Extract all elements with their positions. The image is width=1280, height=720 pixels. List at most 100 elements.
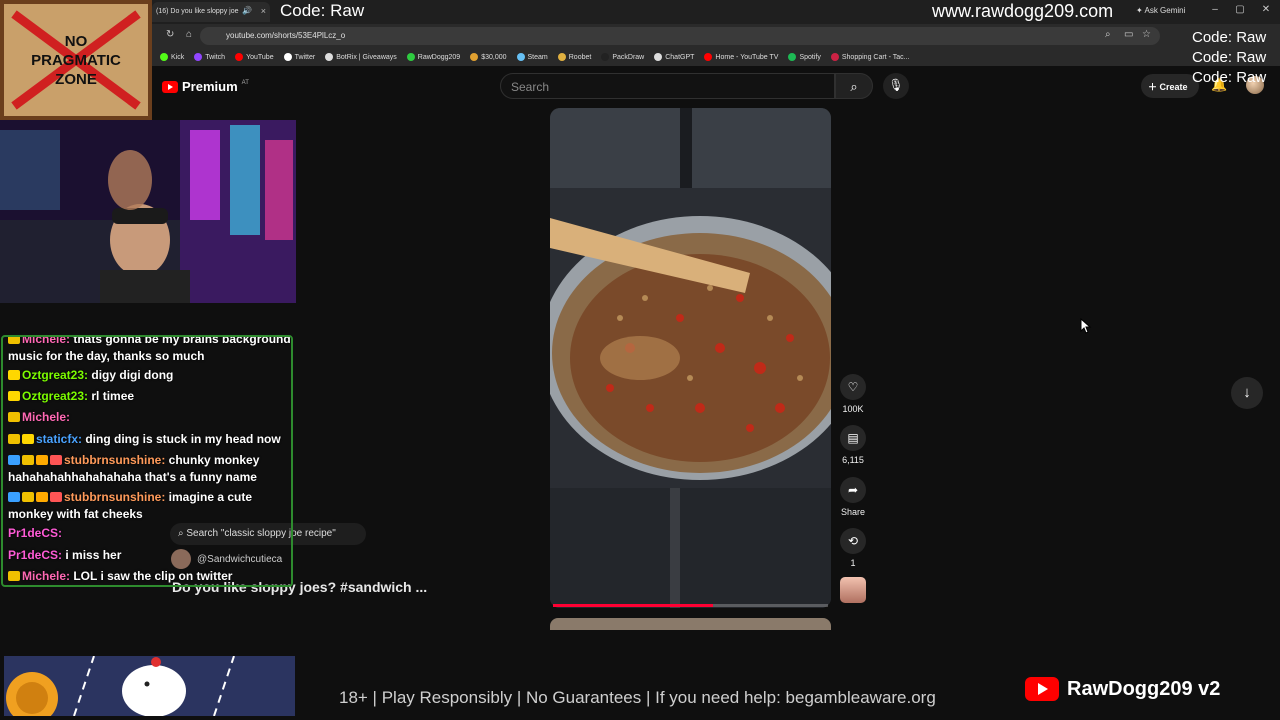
channel-thumbnail[interactable]	[840, 577, 866, 603]
cast-icon[interactable]: ▭	[1124, 29, 1133, 40]
chat-badge-icon	[8, 571, 20, 581]
bookmark-label: Roobet	[568, 53, 592, 61]
chat-message: Oztgreat23: rl timee	[8, 388, 291, 405]
bookmark-item[interactable]: Home - YouTube TV	[704, 51, 778, 63]
chat-username: stubbrnsunshine:	[64, 453, 166, 467]
chat-badge-icon	[36, 455, 48, 465]
bookmark-favicon-icon	[283, 53, 292, 61]
create-button[interactable]: ＋ Create	[1141, 74, 1199, 98]
address-url: youtube.com/shorts/53E4PlLcz_o	[226, 31, 346, 40]
chat-badge-icon	[50, 455, 62, 465]
chat-username: Pr1deCS:	[8, 548, 63, 562]
microphone-icon: 🎙	[888, 78, 904, 92]
chat-badge-icon	[8, 391, 20, 401]
youtube-play-icon	[162, 80, 178, 93]
tab-title: (16) Do you like sloppy joe	[156, 8, 239, 15]
browser-tab[interactable]: (16) Do you like sloppy joe 🔊 ×	[152, 2, 270, 22]
chat-text: rl timee	[88, 389, 135, 403]
chat-message: Michele:	[8, 409, 291, 426]
bookmark-item[interactable]: Steam	[516, 51, 548, 63]
chat-badge-icon	[22, 434, 34, 444]
search-placeholder: Search	[511, 80, 550, 94]
bookmark-item[interactable]: BotRix | Giveaways	[325, 51, 397, 63]
remix-icon[interactable]: ⟲	[840, 528, 866, 554]
bookmark-item[interactable]: Twitch	[194, 51, 225, 63]
maximize-icon[interactable]: ▢	[1229, 4, 1251, 15]
youtube-premium-logo[interactable]: Premium AT	[162, 79, 249, 94]
bookmark-label: ChatGPT	[665, 53, 695, 61]
stream-chat-box: Michele: thats gonna be my brains backgr…	[1, 335, 293, 587]
next-short-preview[interactable]	[550, 618, 831, 630]
chat-message: stubbrnsunshine: imagine a cute monkey w…	[8, 489, 291, 523]
remix-action[interactable]: ⟲ 1	[840, 528, 866, 568]
bookmark-star-icon[interactable]: ☆	[1142, 29, 1151, 40]
remix-count: 1	[850, 558, 856, 568]
chicken-banner-image	[4, 656, 295, 716]
share-action[interactable]: ➦ Share	[840, 477, 866, 517]
bookmark-favicon-icon	[406, 53, 415, 61]
bookmark-favicon-icon	[788, 53, 797, 61]
bookmark-favicon-icon	[516, 53, 525, 61]
comment-icon[interactable]: ▤	[840, 425, 866, 451]
comments-action[interactable]: ▤ 6,115	[840, 425, 866, 465]
overlay-code-text: Code: Raw	[280, 1, 365, 20]
streamer-webcam	[0, 120, 296, 303]
voice-search-button[interactable]: 🎙	[883, 73, 909, 99]
bookmark-item[interactable]: RawDogg209	[406, 51, 460, 63]
next-short-button[interactable]: ↓	[1231, 377, 1263, 409]
reload-icon[interactable]: ↻	[166, 29, 174, 40]
bookmark-item[interactable]: ChatGPT	[654, 51, 694, 63]
chat-username: Oztgreat23:	[22, 389, 89, 403]
bookmark-label: PackDraw	[612, 53, 645, 61]
bookmarks-bar: Kick Twitch YouTube Twitter BotRix | Giveawa…	[150, 48, 1280, 66]
no-zone-line: PRAGMATIC	[31, 52, 121, 69]
chat-username: Michele:	[22, 569, 71, 583]
chat-badge-icon	[8, 337, 20, 344]
chat-message: staticfx: ding ding is stuck in my head …	[8, 431, 291, 448]
zoom-icon[interactable]: ⌕	[1105, 29, 1111, 40]
chat-username: Michele:	[22, 410, 71, 424]
bookmark-label: Home - YouTube TV	[715, 53, 779, 61]
like-count: 100K	[842, 404, 864, 414]
address-bar[interactable]: youtube.com/shorts/53E4PlLcz_o	[200, 27, 1160, 45]
bookmark-item[interactable]: Kick	[160, 51, 184, 63]
chat-message: Pr1deCS:	[8, 525, 291, 542]
chat-username: Pr1deCS:	[8, 526, 63, 540]
bookmark-item[interactable]: PackDraw	[601, 51, 644, 63]
no-zone-text: NO PRAGMATIC ZONE	[4, 32, 148, 89]
home-icon[interactable]: ⌂	[186, 29, 192, 40]
minimize-icon[interactable]: –	[1204, 4, 1226, 15]
chat-badge-icon	[8, 455, 20, 465]
no-zone-line: NO	[64, 33, 88, 50]
short-video-player[interactable]	[550, 108, 831, 608]
overlay-code-line: Code: Raw	[1192, 29, 1267, 46]
close-window-icon[interactable]: ✕	[1255, 4, 1277, 15]
search-button[interactable]: ⌕	[835, 73, 873, 99]
bookmark-item[interactable]: Spotify	[788, 51, 821, 63]
video-frame-image	[550, 108, 831, 608]
bookmark-item[interactable]: $30,000	[470, 51, 507, 63]
search-input[interactable]: Search	[500, 73, 835, 99]
tab-close-icon[interactable]: ×	[261, 6, 266, 16]
bookmark-item[interactable]: Roobet	[557, 51, 592, 63]
chat-badge-icon	[50, 492, 62, 502]
channel-brand: RawDogg209 v2	[1025, 677, 1220, 701]
chat-username: stubbrnsunshine:	[64, 490, 166, 504]
bookmark-favicon-icon	[194, 53, 203, 61]
bookmark-label: Twitch	[205, 53, 226, 61]
chat-username: staticfx:	[36, 432, 83, 446]
speaker-icon[interactable]: 🔊	[242, 6, 252, 15]
bookmark-item[interactable]: Shopping Cart - Tac...	[830, 51, 910, 63]
ask-gemini-button[interactable]: ✦ Ask Gemini	[1136, 6, 1185, 15]
like-heart-icon[interactable]: ♡	[840, 374, 866, 400]
chat-badge-icon	[8, 434, 20, 444]
like-action[interactable]: ♡ 100K	[840, 374, 866, 414]
create-label: Create	[1159, 82, 1188, 92]
bookmark-item[interactable]: YouTube	[235, 51, 274, 63]
bookmark-label: Spotify	[799, 53, 821, 61]
bookmark-label: Twitter	[294, 53, 316, 61]
bookmark-item[interactable]: Twitter	[283, 51, 316, 63]
share-arrow-icon[interactable]: ➦	[840, 477, 866, 503]
bookmark-label: Shopping Cart - Tac...	[841, 53, 910, 61]
no-zone-line: ZONE	[55, 71, 97, 88]
